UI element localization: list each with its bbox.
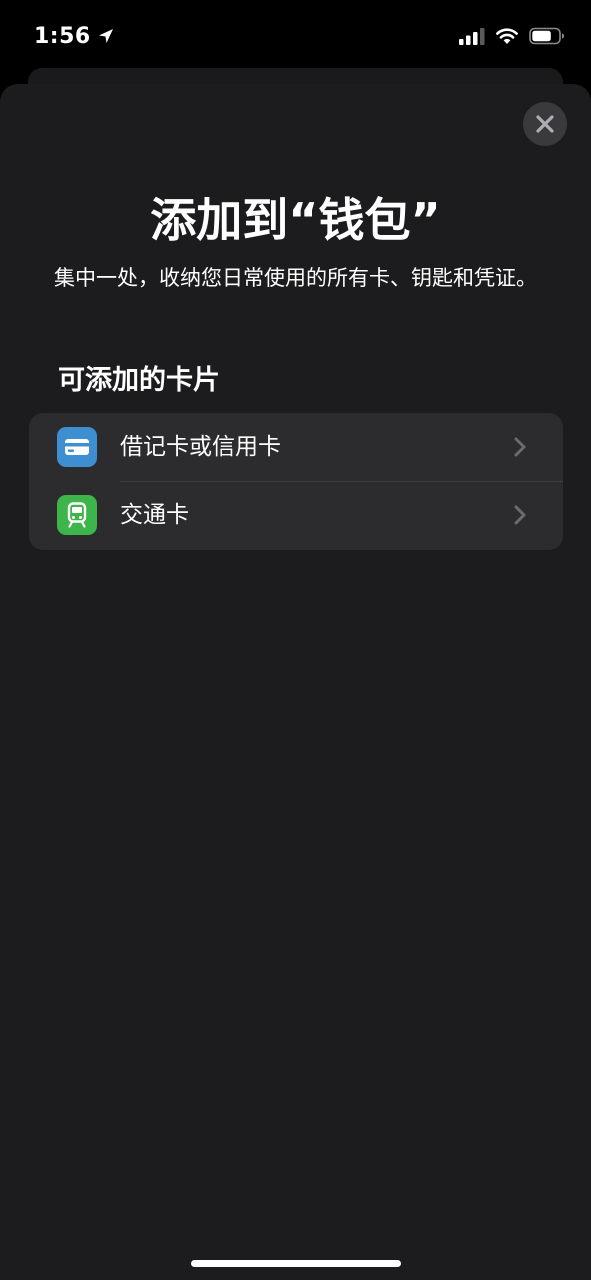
list-item-transit-card[interactable]: 交通卡: [29, 481, 563, 549]
cellular-signal-icon: [459, 28, 485, 45]
credit-card-icon: [57, 427, 97, 467]
wifi-icon: [496, 28, 518, 44]
section-header: 可添加的卡片: [58, 365, 220, 396]
list-item-label: 借记卡或信用卡: [120, 434, 281, 460]
chevron-right-icon: [514, 437, 526, 457]
status-time-group: 1:56: [34, 20, 115, 52]
status-bar: 1:56: [0, 0, 591, 70]
status-time: 1:56: [34, 23, 91, 49]
battery-icon: [529, 27, 564, 45]
close-icon: [536, 115, 554, 133]
list-item-debit-credit-card[interactable]: 借记卡或信用卡: [29, 413, 563, 481]
status-indicators: [459, 22, 565, 50]
home-indicator[interactable]: [191, 1260, 401, 1267]
chevron-right-icon: [514, 505, 526, 525]
location-arrow-icon: [98, 29, 113, 43]
list-item-label: 交通卡: [120, 502, 189, 528]
page-title: 添加到“钱包”: [150, 193, 441, 247]
page-subtitle: 集中一处，收纳您日常使用的所有卡、钥匙和凭证。: [54, 266, 537, 290]
card-type-list: 借记卡或信用卡 交通卡: [29, 413, 563, 550]
close-button[interactable]: [523, 102, 567, 146]
train-icon: [57, 495, 97, 535]
